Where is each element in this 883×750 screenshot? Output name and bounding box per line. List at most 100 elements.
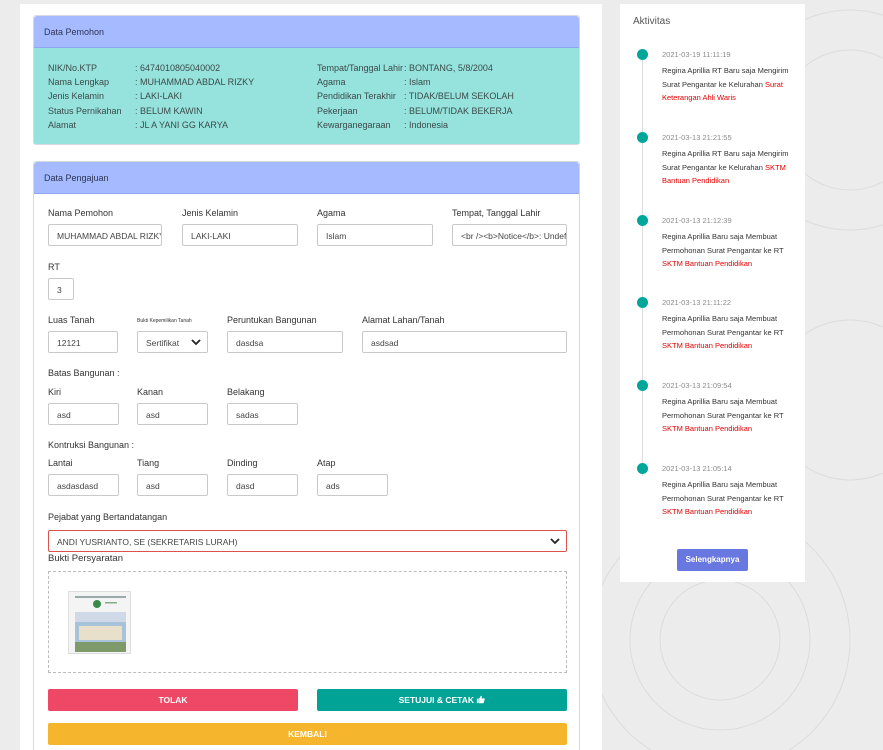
kembali-button[interactable]: KEMBALI <box>48 723 567 745</box>
pemohon-panel-title: Data Pemohon <box>34 16 579 48</box>
timeline-item: 2021-03-13 21:21:55 Regina Aprillia RT B… <box>637 132 802 202</box>
thumbs-up-icon <box>477 695 486 704</box>
dinding-input[interactable]: dasd <box>227 474 298 496</box>
kanan-label: Kanan <box>137 387 164 397</box>
timeline-link[interactable]: SKTM Bantuan Pendidikan <box>662 341 752 350</box>
nama-pemohon-input[interactable]: MUHAMMAD ABDAL RIZKY <box>48 224 162 246</box>
timeline-message: Regina Aprillia Baru saja Membuat Permoh… <box>662 314 784 337</box>
document-image <box>69 592 130 653</box>
timeline-dot-icon <box>637 380 648 391</box>
timeline-item: 2021-03-13 21:05:14 Regina Aprillia Baru… <box>637 463 802 533</box>
bukti-kepemilikan-select[interactable]: Sertifikat <box>137 331 208 353</box>
info-value: : TIDAK/BELUM SEKOLAH <box>404 91 514 101</box>
kanan-input[interactable]: asd <box>137 403 208 425</box>
timeline-message: Regina Aprillia Baru saja Membuat Permoh… <box>662 480 784 503</box>
bukti-dropzone[interactable] <box>48 571 567 673</box>
document-thumbnail[interactable] <box>68 591 131 654</box>
aktivitas-title: Aktivitas <box>633 16 671 27</box>
info-label: Pekerjaan <box>317 106 358 116</box>
ttl-label: Tempat, Tanggal Lahir <box>452 208 541 218</box>
rt-label: RT <box>48 262 60 272</box>
timeline-time: 2021-03-13 21:05:14 <box>662 464 732 473</box>
chevron-down-icon <box>191 339 201 346</box>
info-label: Kewarganegaraan <box>317 120 391 130</box>
timeline-dot-icon <box>637 215 648 226</box>
info-label: Pendidikan Terakhir <box>317 91 396 101</box>
timeline-time: 2021-03-19 11:11:19 <box>662 50 731 59</box>
timeline-time: 2021-03-13 21:12:39 <box>662 216 732 225</box>
peruntukan-input[interactable]: dasdsa <box>227 331 343 353</box>
setujui-label: SETUJUI & CETAK <box>398 695 475 705</box>
luas-tanah-label: Luas Tanah <box>48 315 95 325</box>
timeline-text: Regina Aprillia RT Baru saja Mengirim Su… <box>662 64 790 105</box>
timeline-message: Regina Aprillia Baru saja Membuat Permoh… <box>662 397 784 420</box>
timeline-text: Regina Aprillia Baru saja Membuat Permoh… <box>662 312 790 353</box>
alamat-lahan-input[interactable]: asdsad <box>362 331 567 353</box>
agama-label: Agama <box>317 208 346 218</box>
pejabat-select[interactable]: ANDI YUSRIANTO, SE (SEKRETARIS LURAH) <box>48 530 567 552</box>
agama-input[interactable]: Islam <box>317 224 433 246</box>
timeline-dot-icon <box>637 297 648 308</box>
jenis-kelamin-input[interactable]: LAKI-LAKI <box>182 224 298 246</box>
jenis-kelamin-label: Jenis Kelamin <box>182 208 239 218</box>
bukti-persyaratan-label: Bukti Persyaratan <box>48 553 123 564</box>
selengkapnya-button[interactable]: Selengkapnya <box>677 549 748 571</box>
aktivitas-card: Aktivitas 2021-03-19 11:11:19 Regina Apr… <box>620 4 805 582</box>
alamat-lahan-label: Alamat Lahan/Tanah <box>362 315 445 325</box>
info-label: Nama Lengkap <box>48 77 110 87</box>
dinding-label: Dinding <box>227 458 258 468</box>
timeline-item: 2021-03-13 21:12:39 Regina Aprillia Baru… <box>637 215 802 285</box>
bukti-kepemilikan-label: Bukti Kepemilikan Tanah <box>137 318 192 324</box>
info-label: NIK/No.KTP <box>48 63 98 73</box>
timeline-dot-icon <box>637 49 648 60</box>
timeline-item: 2021-03-13 21:11:22 Regina Aprillia Baru… <box>637 297 802 367</box>
timeline-link[interactable]: SKTM Bantuan Pendidikan <box>662 259 752 268</box>
pengajuan-panel-title: Data Pengajuan <box>34 162 579 194</box>
timeline-dot-icon <box>637 463 648 474</box>
ttl-input[interactable]: <br /><b>Notice</b>: Undefined <box>452 224 567 246</box>
tiang-input[interactable]: asd <box>137 474 208 496</box>
peruntukan-label: Peruntukan Bangunan <box>227 315 317 325</box>
info-label: Status Pernikahan <box>48 106 122 116</box>
timeline-text: Regina Aprillia Baru saja Membuat Permoh… <box>662 395 790 436</box>
timeline-dot-icon <box>637 132 648 143</box>
lantai-input[interactable]: asdasdasd <box>48 474 119 496</box>
main-card: Data Pemohon NIK/No.KTP : 64740108050400… <box>20 4 602 750</box>
luas-tanah-input[interactable]: 12121 <box>48 331 118 353</box>
info-value: : Islam <box>404 77 431 87</box>
timeline-text: Regina Aprillia Baru saja Membuat Permoh… <box>662 478 790 519</box>
nama-pemohon-label: Nama Pemohon <box>48 208 114 218</box>
setujui-cetak-button[interactable]: SETUJUI & CETAK <box>317 689 567 711</box>
kiri-label: Kiri <box>48 387 61 397</box>
pejabat-value: ANDI YUSRIANTO, SE (SEKRETARIS LURAH) <box>57 537 238 547</box>
info-value: : BELUM KAWIN <box>135 106 203 116</box>
kontruksi-bangunan-title: Kontruksi Bangunan : <box>48 440 135 450</box>
timeline-time: 2021-03-13 21:09:54 <box>662 381 732 390</box>
pemohon-panel: Data Pemohon NIK/No.KTP : 64740108050400… <box>33 15 580 145</box>
belakang-input[interactable]: sadas <box>227 403 298 425</box>
info-value: : 6474010805040002 <box>135 63 221 73</box>
timeline-text: Regina Aprillia Baru saja Membuat Permoh… <box>662 230 790 271</box>
belakang-label: Belakang <box>227 387 265 397</box>
batas-bangunan-title: Batas Bangunan : <box>48 368 120 378</box>
timeline-link[interactable]: SKTM Bantuan Pendidikan <box>662 507 752 516</box>
info-label: Jenis Kelamin <box>48 91 105 101</box>
info-value: : LAKI-LAKI <box>135 91 183 101</box>
atap-input[interactable]: ads <box>317 474 388 496</box>
timeline-time: 2021-03-13 21:21:55 <box>662 133 732 142</box>
info-value: : MUHAMMAD ABDAL RIZKY <box>135 77 255 87</box>
timeline-link[interactable]: SKTM Bantuan Pendidikan <box>662 424 752 433</box>
tiang-label: Tiang <box>137 458 160 468</box>
info-value: : JL A YANI GG KARYA <box>135 120 229 130</box>
pejabat-label: Pejabat yang Bertandatangan <box>48 512 168 522</box>
bukti-kepemilikan-value: Sertifikat <box>146 338 180 348</box>
tolak-button[interactable]: TOLAK <box>48 689 298 711</box>
info-value: : Indonesia <box>404 120 449 130</box>
info-label: Alamat <box>48 120 77 130</box>
kiri-input[interactable]: asd <box>48 403 119 425</box>
timeline-time: 2021-03-13 21:11:22 <box>662 298 732 307</box>
timeline-item: 2021-03-13 21:09:54 Regina Aprillia Baru… <box>637 380 802 450</box>
atap-label: Atap <box>317 458 336 468</box>
rt-input[interactable]: 3 <box>48 278 74 300</box>
lantai-label: Lantai <box>48 458 73 468</box>
